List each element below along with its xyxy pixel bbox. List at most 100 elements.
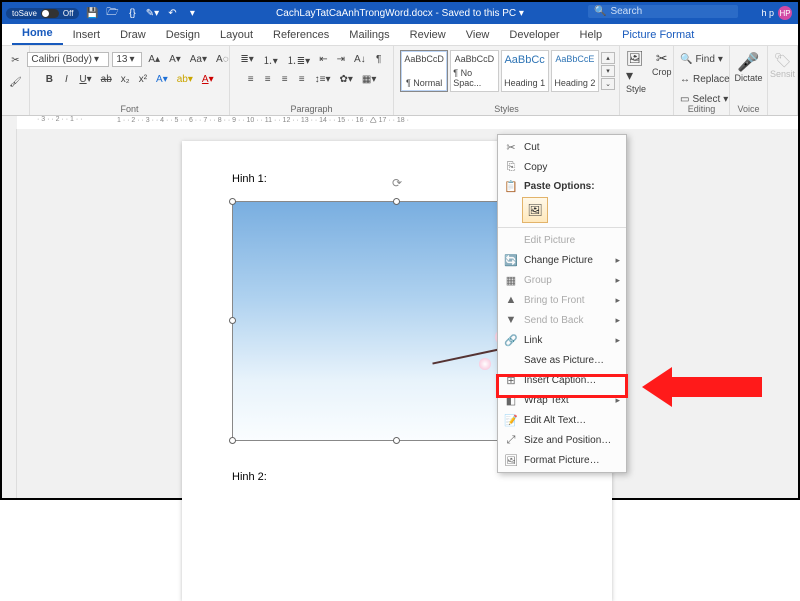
ctx-copy[interactable]: ⎘Copy [498,157,626,177]
styles-expand[interactable]: ⌄ [601,78,615,90]
shrink-font-icon[interactable]: A▾ [166,51,184,67]
tab-layout[interactable]: Layout [210,26,263,45]
font-name-combo[interactable]: Calibri (Body)▾ [27,52,109,67]
search-box[interactable]: 🔍 Search [588,5,738,18]
ctx-bring-front: ▲Bring to Front▸ [498,290,626,310]
style-nospacing[interactable]: AaBbCcD¶ No Spac... [450,50,498,92]
tab-references[interactable]: References [263,26,339,45]
group-icon: ▦ [504,273,518,287]
style-heading1[interactable]: AaBbCcHeading 1 [501,50,549,92]
ctx-size-position[interactable]: ⤢Size and Position… [498,430,626,450]
undo-icon[interactable]: ↶ [165,6,179,20]
align-left-icon[interactable]: ≡ [244,71,258,87]
style-heading2[interactable]: AaBbCcEHeading 2 [551,50,599,92]
change-picture-icon: 🔄 [504,253,518,267]
ctx-wrap-text[interactable]: ◧Wrap Text▸ [498,390,626,410]
annotation-arrow [642,362,772,412]
ctx-change-picture[interactable]: 🔄Change Picture▸ [498,250,626,270]
multilevel-icon[interactable]: ⒈≣▾ [284,51,313,67]
tab-home[interactable]: Home [12,24,63,45]
highlight-icon[interactable]: ab▾ [174,71,196,87]
font-color-icon[interactable]: A▾ [199,71,217,87]
sort-icon[interactable]: A↓ [351,51,369,67]
tab-view[interactable]: View [456,26,500,45]
ribbon-tabs: Home Insert Draw Design Layout Reference… [2,24,798,46]
clear-format-icon[interactable]: A◌ [213,51,232,67]
tab-review[interactable]: Review [400,26,456,45]
replace-button[interactable]: ↔ Replace [680,69,730,89]
change-case-icon[interactable]: Aa▾ [187,51,210,67]
resize-handle[interactable] [229,317,236,324]
shading-icon[interactable]: ✿▾ [336,71,355,87]
cut-icon[interactable]: ✂ [8,49,22,71]
ctx-paste-picture[interactable]: 🖼 [522,197,548,223]
ctx-cut[interactable]: ✂Cut [498,137,626,157]
ctx-paste-heading: 📋Paste Options: [498,177,626,195]
text-effects-icon[interactable]: A▾ [153,71,171,87]
styles-scroll-down[interactable]: ▾ [601,65,615,77]
qat-dropdown[interactable]: ▾ [185,6,199,20]
ruler-horizontal[interactable]: · 3 · · 2 · · 1 · · 1 · · 2 · · 3 · · 4 … [17,116,798,129]
picture-style-icon[interactable]: 🖼▾ [626,50,646,84]
italic-button[interactable]: I [59,71,73,87]
dictate-icon[interactable]: 🎤 [737,52,759,73]
save-icon[interactable]: 💾 [85,6,99,20]
bullets-icon[interactable]: ≣▾ [237,51,256,67]
ctx-format-picture[interactable]: 🖼Format Picture… [498,450,626,470]
ctx-insert-caption[interactable]: ⊞Insert Caption… [498,370,626,390]
increase-indent-icon[interactable]: ⇥ [334,51,348,67]
tab-mailings[interactable]: Mailings [339,26,399,45]
align-right-icon[interactable]: ≡ [278,71,292,87]
style-normal[interactable]: AaBbCcD¶ Normal [400,50,448,92]
justify-icon[interactable]: ≡ [295,71,309,87]
titlebar: toSave Off 💾 🗁 {} ✎▾ ↶ ▾ CachLayTatCaAnh… [2,2,798,24]
subscript-button[interactable]: x₂ [118,71,133,87]
paste-brush-icon[interactable]: 🖌 [6,71,25,93]
folder-icon[interactable]: 🗁 [105,6,119,20]
clipboard-icon: 📋 [504,179,518,193]
borders-icon[interactable]: ▦▾ [359,71,379,87]
tab-picture-format[interactable]: Picture Format [612,26,704,45]
resize-handle[interactable] [229,198,236,205]
ctx-link[interactable]: 🔗Link▸ [498,330,626,350]
avatar[interactable]: HP [778,6,792,20]
ctx-alt-text[interactable]: 📝Edit Alt Text… [498,410,626,430]
cut-icon: ✂ [504,140,518,154]
braces-icon[interactable]: {} [125,6,139,20]
ctx-save-as-picture[interactable]: Save as Picture… [498,350,626,370]
tab-draw[interactable]: Draw [110,26,156,45]
find-button[interactable]: 🔍 Find ▾ [680,49,723,69]
font-size-combo[interactable]: 13▾ [112,52,142,67]
resize-handle[interactable] [229,437,236,444]
highlighter-icon[interactable]: ✎▾ [145,6,159,20]
numbering-icon[interactable]: ⒈▾ [260,51,281,67]
styles-scroll-up[interactable]: ▴ [601,52,615,64]
tab-help[interactable]: Help [570,26,613,45]
strike-button[interactable]: ab [98,71,115,87]
rotate-handle-icon[interactable]: ⟳ [392,176,402,190]
autosave-toggle[interactable]: toSave Off [6,8,79,19]
ruler-vertical[interactable] [2,129,17,498]
pilcrow-icon[interactable]: ¶ [372,51,386,67]
ctx-group: ▦Group▸ [498,270,626,290]
underline-button[interactable]: U▾ [76,71,94,87]
sensitivity-icon[interactable]: 🏷 [774,52,792,69]
superscript-button[interactable]: x² [136,71,150,87]
tab-developer[interactable]: Developer [499,26,569,45]
tab-insert[interactable]: Insert [63,26,111,45]
align-center-icon[interactable]: ≡ [261,71,275,87]
line-spacing-icon[interactable]: ↕≡▾ [312,71,334,87]
user-name[interactable]: h p [761,8,774,18]
grow-font-icon[interactable]: A▴ [145,51,163,67]
resize-handle[interactable] [393,198,400,205]
group-label-font: Font [30,104,229,114]
bold-button[interactable]: B [42,71,56,87]
tab-design[interactable]: Design [156,26,210,45]
caption-icon: ⊞ [504,373,518,387]
decrease-indent-icon[interactable]: ⇤ [316,51,330,67]
group-clipboard: ✂ 🖌 [2,46,30,115]
crop-icon[interactable]: ✂ [656,50,668,67]
caption-2: Hinh 2: [232,471,267,483]
resize-handle[interactable] [393,437,400,444]
title-text: CachLayTatCaAnhTrongWord.docx - Saved to… [276,8,524,19]
